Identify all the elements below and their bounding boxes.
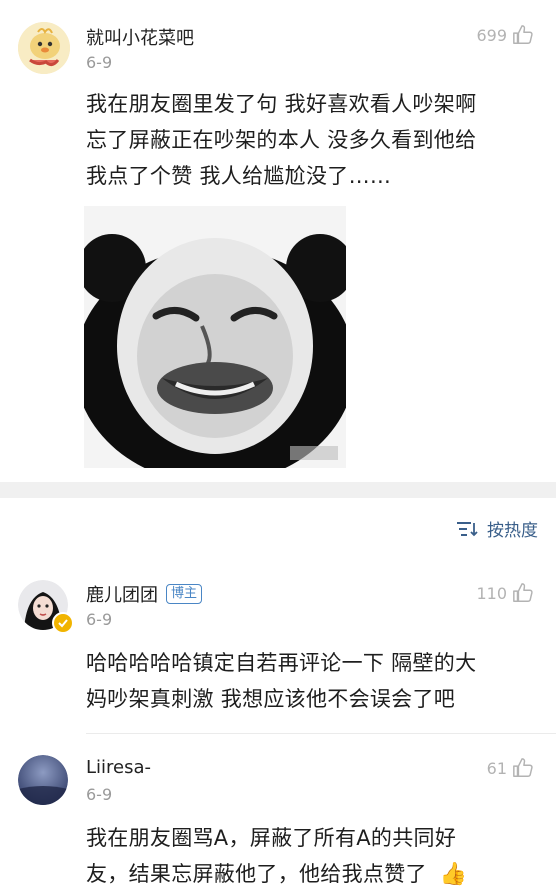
panda-meme-image[interactable] xyxy=(84,206,346,468)
comment-author-avatar[interactable] xyxy=(18,755,68,805)
post-text-line: 我在朋友圈里发了句 我好喜欢看人吵架啊 xyxy=(86,92,477,116)
comment-text: 我在朋友圈骂A，屏蔽了所有A的共同好 友，结果忘屏蔽他了，他给我点赞了 👍 xyxy=(86,820,546,893)
comment-divider xyxy=(86,733,556,734)
comment-like-count: 110 xyxy=(476,583,507,603)
thumbs-up-icon xyxy=(513,25,533,44)
post-author-name[interactable]: 就叫小花菜吧 xyxy=(86,24,194,50)
comment-text-segment: 友，结果忘屏蔽他了，他给我点赞了 xyxy=(86,862,427,886)
post-text: 我在朋友圈里发了句 我好喜欢看人吵架啊 忘了屏蔽正在吵架的本人 没多久看到他给 … xyxy=(86,86,546,194)
comment-author-name[interactable]: Liiresa- xyxy=(86,757,151,778)
comment-author-name[interactable]: 鹿儿团团 xyxy=(86,581,158,607)
section-separator xyxy=(0,482,556,498)
comment-text-line: 哈哈哈哈哈镇定自若再评论一下 隔壁的大 xyxy=(86,651,477,675)
verified-badge-icon xyxy=(52,612,74,634)
sort-label: 按热度 xyxy=(487,521,538,541)
sort-icon xyxy=(457,521,478,536)
post-date: 6-9 xyxy=(86,53,113,72)
post-like-button[interactable]: 699 xyxy=(476,24,534,46)
comment-date: 6-9 xyxy=(86,610,113,629)
post-like-count: 699 xyxy=(476,25,507,45)
thumbs-up-icon xyxy=(513,758,533,777)
post-text-line: 忘了屏蔽正在吵架的本人 没多久看到他给 xyxy=(86,128,477,152)
comment-text-line: 妈吵架真刺激 我想应该他不会误会了吧 xyxy=(86,687,456,711)
comment-text-line: 友，结果忘屏蔽他了，他给我点赞了 👍 xyxy=(86,856,546,893)
post-text-line: 我点了个赞 我人给尴尬没了…… xyxy=(86,164,392,188)
comment-like-button[interactable]: 110 xyxy=(476,582,534,604)
author-badge: 博主 xyxy=(166,584,203,604)
comment-like-button[interactable]: 61 xyxy=(487,757,534,779)
comment-text-line: 我在朋友圈骂A，屏蔽了所有A的共同好 xyxy=(86,826,457,850)
sort-by-hot-button[interactable]: 按热度 xyxy=(457,516,538,541)
post-author-avatar[interactable] xyxy=(18,22,70,74)
comment-author-row: 鹿儿团团 博主 xyxy=(86,581,203,607)
thumbs-up-emoji-icon: 👍 xyxy=(439,862,468,887)
comment-text: 哈哈哈哈哈镇定自若再评论一下 隔壁的大 妈吵架真刺激 我想应该他不会误会了吧 xyxy=(86,645,546,717)
comment-like-count: 61 xyxy=(486,758,507,778)
thumbs-up-icon xyxy=(513,583,533,602)
comment-date: 6-9 xyxy=(86,785,113,804)
